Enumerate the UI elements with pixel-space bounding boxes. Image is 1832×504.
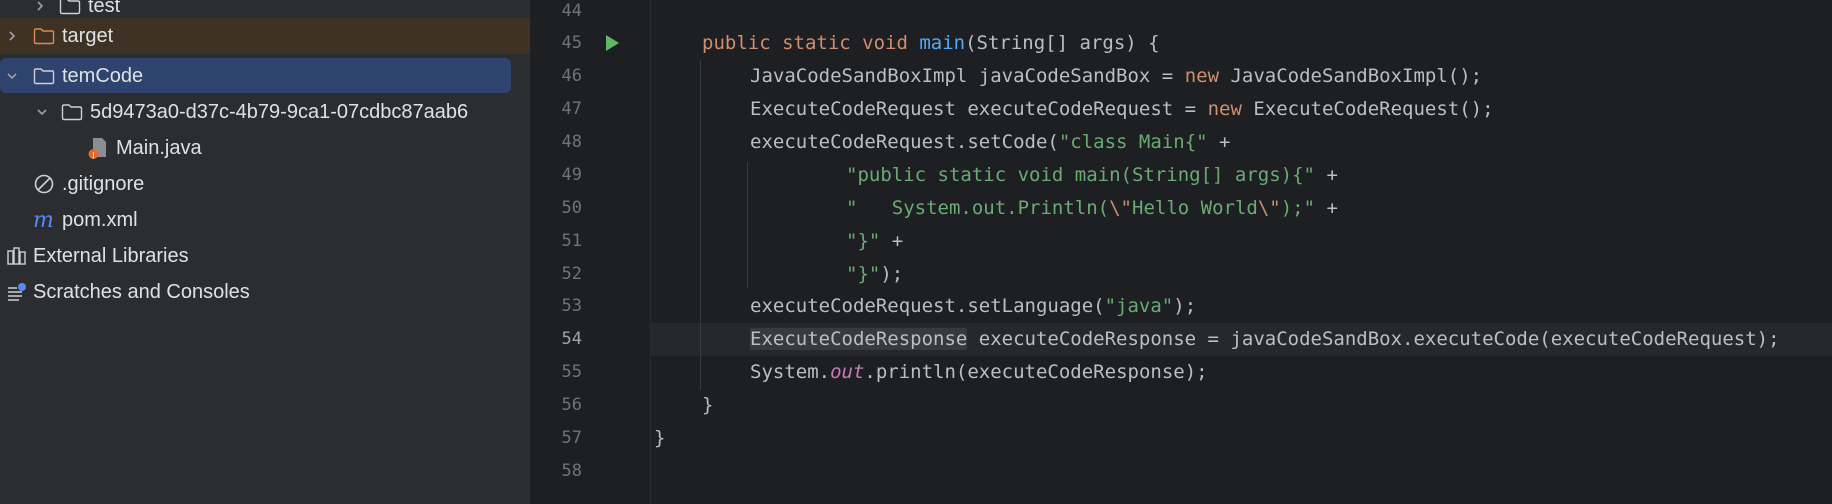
line-number: 45: [561, 33, 582, 53]
project-tree: test target temCode 5d9473a0-d37c-4b79-9…: [0, 0, 530, 504]
chevron-right-icon[interactable]: [30, 0, 50, 16]
chevron-down-icon[interactable]: [2, 66, 22, 86]
code-line-57: }: [654, 427, 666, 449]
tree-item-label: temCode: [62, 64, 144, 87]
code-line-47: ExecuteCodeRequest executeCodeRequest = …: [750, 98, 1494, 120]
line-number: 50: [561, 198, 582, 218]
highlighted-identifier[interactable]: ExecuteCodeResponse: [750, 328, 968, 350]
code-line-48: executeCodeRequest.setCode("class Main{"…: [750, 131, 1231, 153]
svg-text:m: m: [33, 209, 54, 231]
scratches-icon: [5, 280, 29, 304]
tree-item-label: .gitignore: [62, 173, 145, 195]
chevron-down-icon[interactable]: [32, 102, 52, 122]
line-number: 56: [561, 395, 582, 415]
code-line-52: "}");: [846, 263, 904, 285]
tree-item-label: 5d9473a0-d37c-4b79-9ca1-07cdbc87aab6: [90, 101, 469, 123]
code-line-55: System.out.println(executeCodeResponse);: [750, 361, 1208, 383]
line-number: 52: [561, 264, 582, 284]
ignore-file-icon: [32, 172, 56, 196]
code-line-56: }: [702, 394, 714, 416]
tree-item-label: Scratches and Consoles: [33, 281, 250, 303]
folder-icon: [58, 0, 82, 18]
code-line-54: ExecuteCodeResponse executeCodeResponse …: [750, 328, 1780, 350]
code-line-51: "}" +: [846, 230, 904, 252]
chevron-right-icon[interactable]: [2, 26, 22, 46]
tree-item-main-java[interactable]: J Main.java: [0, 130, 530, 166]
tree-item-external-libraries[interactable]: External Libraries: [0, 238, 530, 274]
line-number: 46: [561, 66, 582, 86]
tree-item-label: pom.xml: [62, 209, 138, 231]
code-editor[interactable]: 44 45 46 47 48 49 50 51 52 53 54 55 56 5…: [530, 0, 1832, 504]
line-number: 44: [561, 1, 582, 21]
tree-item-label: External Libraries: [33, 245, 189, 267]
tree-item-target[interactable]: target: [0, 18, 530, 54]
code-line-53: executeCodeRequest.setLanguage("java");: [750, 295, 1197, 317]
tree-item-label: target: [62, 25, 114, 47]
line-number-active: 54: [561, 329, 582, 349]
line-number: 48: [561, 132, 582, 152]
code-line-49: "public static void main(String[] args){…: [846, 164, 1338, 186]
code-line-45: public static void main(String[] args) {: [702, 32, 1160, 54]
tree-item-gitignore[interactable]: .gitignore: [0, 166, 530, 202]
java-file-icon: J: [86, 136, 110, 160]
line-number: 51: [561, 231, 582, 251]
svg-text:J: J: [91, 151, 94, 159]
tree-item-label: Main.java: [116, 137, 202, 159]
line-number: 53: [561, 296, 582, 316]
line-number: 55: [561, 362, 582, 382]
gutter: 44 45 46 47 48 49 50 51 52 53 54 55 56 5…: [530, 0, 650, 504]
maven-file-icon: m: [32, 208, 56, 232]
indent-guide: [747, 162, 748, 288]
tree-item-pom-xml[interactable]: m pom.xml: [0, 202, 530, 238]
libraries-icon: [5, 244, 29, 268]
line-number: 47: [561, 99, 582, 119]
line-number: 49: [561, 165, 582, 185]
run-icon[interactable]: [602, 33, 622, 53]
indent-guide: [700, 60, 701, 390]
excluded-folder-icon: [32, 24, 56, 48]
line-number: 57: [561, 428, 582, 448]
tree-item-temcode[interactable]: temCode: [0, 58, 511, 93]
folder-icon: [32, 64, 56, 88]
code-line-46: JavaCodeSandBoxImpl javaCodeSandBox = ne…: [750, 65, 1483, 87]
line-number: 58: [561, 461, 582, 481]
gutter-separator: [650, 0, 651, 504]
code-line-50: " System.out.Println(\"Hello World\");" …: [846, 197, 1338, 219]
folder-icon: [60, 100, 84, 124]
tree-item-uuid-folder[interactable]: 5d9473a0-d37c-4b79-9ca1-07cdbc87aab6: [0, 94, 530, 130]
tree-item-scratches[interactable]: Scratches and Consoles: [0, 274, 530, 310]
